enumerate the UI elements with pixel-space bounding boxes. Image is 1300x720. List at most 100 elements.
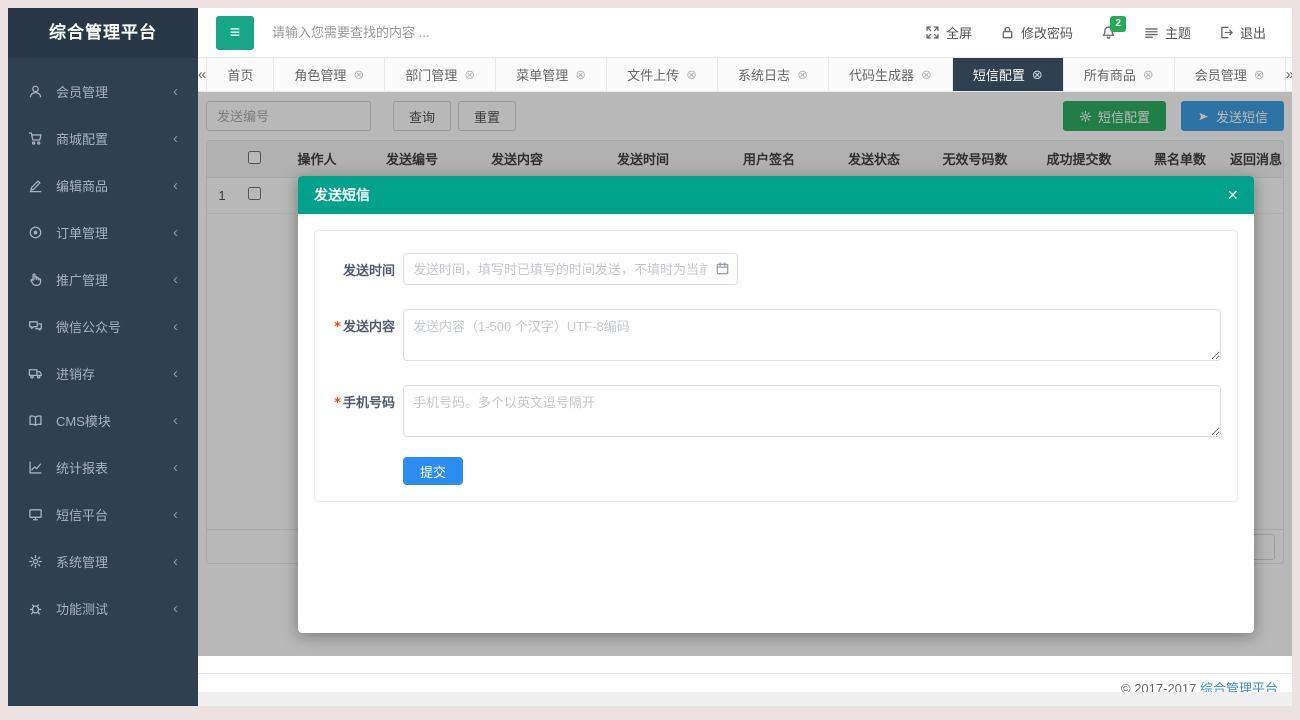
tab-home[interactable]: 首页 xyxy=(207,58,274,91)
modal-title: 发送短信 xyxy=(314,185,370,205)
form-row-phone-numbers: *手机号码 xyxy=(331,385,1221,437)
tab-label: 所有商品 xyxy=(1084,65,1136,84)
modal-header: 发送短信 × xyxy=(298,176,1254,214)
theme-button[interactable]: 主题 xyxy=(1144,23,1191,42)
chevron-left-icon: ‹ xyxy=(173,554,178,569)
book-icon xyxy=(28,413,48,428)
footer: © 2017-2017 综合管理平台 xyxy=(198,656,1292,692)
expand-icon xyxy=(925,25,940,40)
tab-sms-config[interactable]: 短信配置⊗ xyxy=(953,58,1064,91)
send-sms-form: 发送时间 *发送内容 *手机号码 xyxy=(314,230,1238,502)
tab-label: 首页 xyxy=(227,65,253,84)
chevron-left-icon: ‹ xyxy=(173,507,178,522)
sidebar-item-promotion-mgmt[interactable]: 推广管理 ‹ xyxy=(8,256,198,303)
sidebar-item-label: 推广管理 xyxy=(56,270,108,289)
sidebar-item-wechat[interactable]: 微信公众号 ‹ xyxy=(8,303,198,350)
comments-icon xyxy=(28,319,48,334)
tabs-scroll-right-button[interactable]: » xyxy=(1286,58,1292,91)
phone-numbers-textarea[interactable] xyxy=(403,385,1221,437)
sidebar-item-system-mgmt[interactable]: 系统管理 ‹ xyxy=(8,538,198,585)
tab-label: 文件上传 xyxy=(627,65,679,84)
send-time-input-wrap xyxy=(403,253,738,285)
chevron-left-icon: ‹ xyxy=(173,225,178,240)
sidebar-item-label: 微信公众号 xyxy=(56,317,121,336)
sidebar-item-function-test[interactable]: 功能测试 ‹ xyxy=(8,585,198,632)
change-password-button[interactable]: 修改密码 xyxy=(1000,23,1073,42)
tab-close-icon[interactable]: ⊗ xyxy=(1032,68,1043,81)
app-logo: 综合管理平台 xyxy=(8,8,198,58)
chevron-left-icon: ‹ xyxy=(173,460,178,475)
sidebar-item-label: 统计报表 xyxy=(56,458,108,477)
double-angle-left-icon: « xyxy=(198,66,206,83)
tab-dept-mgmt[interactable]: 部门管理 ⊗ xyxy=(385,58,496,91)
close-icon[interactable]: × xyxy=(1227,186,1238,204)
chevron-left-icon: ‹ xyxy=(173,413,178,428)
tab-system-log[interactable]: 系统日志⊗ xyxy=(718,58,829,91)
chevron-left-icon: ‹ xyxy=(173,601,178,616)
chevron-left-icon: ‹ xyxy=(173,272,178,287)
tab-label: 会员管理 xyxy=(1195,65,1247,84)
sidebar-item-member-mgmt[interactable]: 会员管理 ‹ xyxy=(8,68,198,115)
tab-close-icon[interactable]: ⊗ xyxy=(686,68,697,81)
phone-numbers-label: *手机号码 xyxy=(331,385,395,411)
sidebar-item-inventory[interactable]: 进销存 ‹ xyxy=(8,350,198,397)
cart-icon xyxy=(28,131,48,146)
logout-label: 退出 xyxy=(1240,23,1266,42)
form-row-send-content: *发送内容 xyxy=(331,309,1221,361)
calendar-icon[interactable] xyxy=(715,261,730,276)
sidebar-item-sms-platform[interactable]: 短信平台 ‹ xyxy=(8,491,198,538)
logout-button[interactable]: 退出 xyxy=(1219,23,1266,42)
send-content-textarea[interactable] xyxy=(403,309,1221,361)
modal-body: 发送时间 *发送内容 *手机号码 xyxy=(298,214,1254,633)
tab-role-mgmt[interactable]: 角色管理 ⊗ xyxy=(274,58,385,91)
send-time-input[interactable] xyxy=(403,253,738,285)
tab-all-goods[interactable]: 所有商品 ⊗ xyxy=(1064,58,1175,91)
sidebar-item-order-mgmt[interactable]: 订单管理 ‹ xyxy=(8,209,198,256)
sidebar-item-edit-goods[interactable]: 编辑商品 ‹ xyxy=(8,162,198,209)
tab-menu-mgmt[interactable]: 菜单管理 ⊗ xyxy=(496,58,607,91)
bell-icon: 2 xyxy=(1101,25,1116,40)
tab-file-upload[interactable]: 文件上传 ⊗ xyxy=(607,58,718,91)
sidebar-menu: 会员管理 ‹ 商城配置 ‹ 编辑商品 ‹ 订单管理 ‹ 推广管理 xyxy=(8,58,198,632)
notification-badge: 2 xyxy=(1110,16,1126,32)
hand-pointer-icon xyxy=(28,272,48,287)
tab-close-icon[interactable]: ⊗ xyxy=(575,68,586,81)
chevron-left-icon: ‹ xyxy=(173,178,178,193)
notifications-button[interactable]: 2 xyxy=(1101,25,1116,40)
sidebar-item-reports[interactable]: 统计报表 ‹ xyxy=(8,444,198,491)
app-window: 综合管理平台 会员管理 ‹ 商城配置 ‹ 编辑商品 ‹ 订单管理 ‹ xyxy=(8,8,1292,706)
sidebar-toggle-button[interactable]: ≡ xyxy=(216,16,254,50)
global-search-input[interactable] xyxy=(272,25,572,40)
chevron-left-icon: ‹ xyxy=(173,366,178,381)
disc-icon xyxy=(28,225,48,240)
edit-icon xyxy=(28,178,48,193)
tabs-scroll-left-button[interactable]: « xyxy=(198,58,207,91)
sidebar-item-label: 编辑商品 xyxy=(56,176,108,195)
tab-member-mgmt[interactable]: 会员管理 ⊗ xyxy=(1175,58,1286,91)
main-area: ≡ 全屏 修改密码 2 主 xyxy=(198,8,1292,706)
theme-label: 主题 xyxy=(1165,23,1191,42)
submit-button[interactable]: 提交 xyxy=(403,457,463,485)
fullscreen-button[interactable]: 全屏 xyxy=(925,23,972,42)
tab-label: 部门管理 xyxy=(405,65,457,84)
theme-list-icon xyxy=(1144,25,1159,40)
tab-code-generator[interactable]: 代码生成器 ⊗ xyxy=(829,58,953,91)
change-password-label: 修改密码 xyxy=(1021,23,1073,42)
tab-label: 代码生成器 xyxy=(849,65,914,84)
chevron-left-icon: ‹ xyxy=(173,319,178,334)
tab-close-icon[interactable]: ⊗ xyxy=(1143,68,1154,81)
sidebar-item-mall-config[interactable]: 商城配置 ‹ xyxy=(8,115,198,162)
tab-label: 菜单管理 xyxy=(516,65,568,84)
tab-close-icon[interactable]: ⊗ xyxy=(1254,68,1265,81)
tab-close-icon[interactable]: ⊗ xyxy=(353,68,364,81)
form-row-send-time: 发送时间 xyxy=(331,253,1221,285)
bottom-strip xyxy=(198,692,1292,706)
tab-close-icon[interactable]: ⊗ xyxy=(921,68,932,81)
tab-label: 角色管理 xyxy=(294,65,346,84)
sidebar-item-cms[interactable]: CMS模块 ‹ xyxy=(8,397,198,444)
sidebar-item-label: 功能测试 xyxy=(56,599,108,618)
sidebar-item-label: 短信平台 xyxy=(56,505,108,524)
chevron-left-icon: ‹ xyxy=(173,84,178,99)
tab-close-icon[interactable]: ⊗ xyxy=(797,68,808,81)
tab-close-icon[interactable]: ⊗ xyxy=(464,68,475,81)
